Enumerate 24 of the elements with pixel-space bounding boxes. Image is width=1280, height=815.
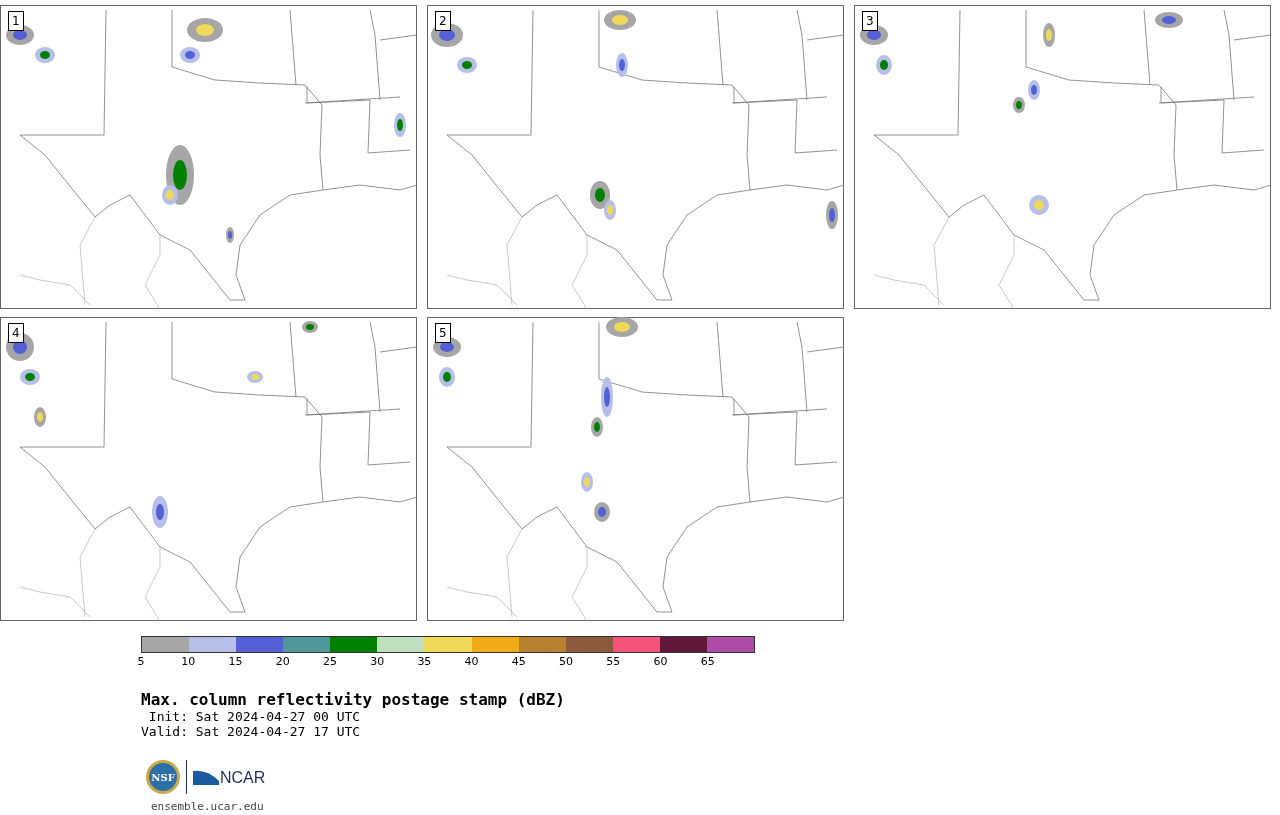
panel-number: 1 <box>8 11 24 31</box>
colorbar-tick-label: 65 <box>700 656 715 668</box>
colorbar-tick-label: 35 <box>417 656 432 668</box>
colorbar-tick-label: 40 <box>464 656 479 668</box>
colorbar-tick-label: 30 <box>370 656 385 668</box>
panel-number: 3 <box>862 11 878 31</box>
colorbar-tick-label: 60 <box>653 656 668 668</box>
colorbar-tick-label: 10 <box>181 656 196 668</box>
colorbar-tick-label: 20 <box>275 656 290 668</box>
valid-time: Valid: Sat 2024-04-27 17 UTC <box>141 724 361 739</box>
ncar-logo: NCAR <box>193 767 266 787</box>
colorbar-tick-label: 15 <box>228 656 243 668</box>
panel-number: 4 <box>8 323 24 343</box>
colorbar-tick-label: 5 <box>137 656 145 668</box>
colorbar-tick-label: 25 <box>322 656 337 668</box>
init-time: Init: Sat 2024-04-27 00 UTC <box>147 709 361 724</box>
seal-logo: NSF <box>146 760 180 794</box>
website-url: ensemble.ucar.edu <box>151 800 265 813</box>
chart-title: Max. column reflectivity postage stamp (dBZ) <box>141 690 565 709</box>
panel-number: 2 <box>435 11 451 31</box>
panel-number: 5 <box>435 323 451 343</box>
colorbar-tick-label: 55 <box>606 656 621 668</box>
colorbar-tick-label: 45 <box>511 656 526 668</box>
colorbar-tick-label: 50 <box>559 656 574 668</box>
